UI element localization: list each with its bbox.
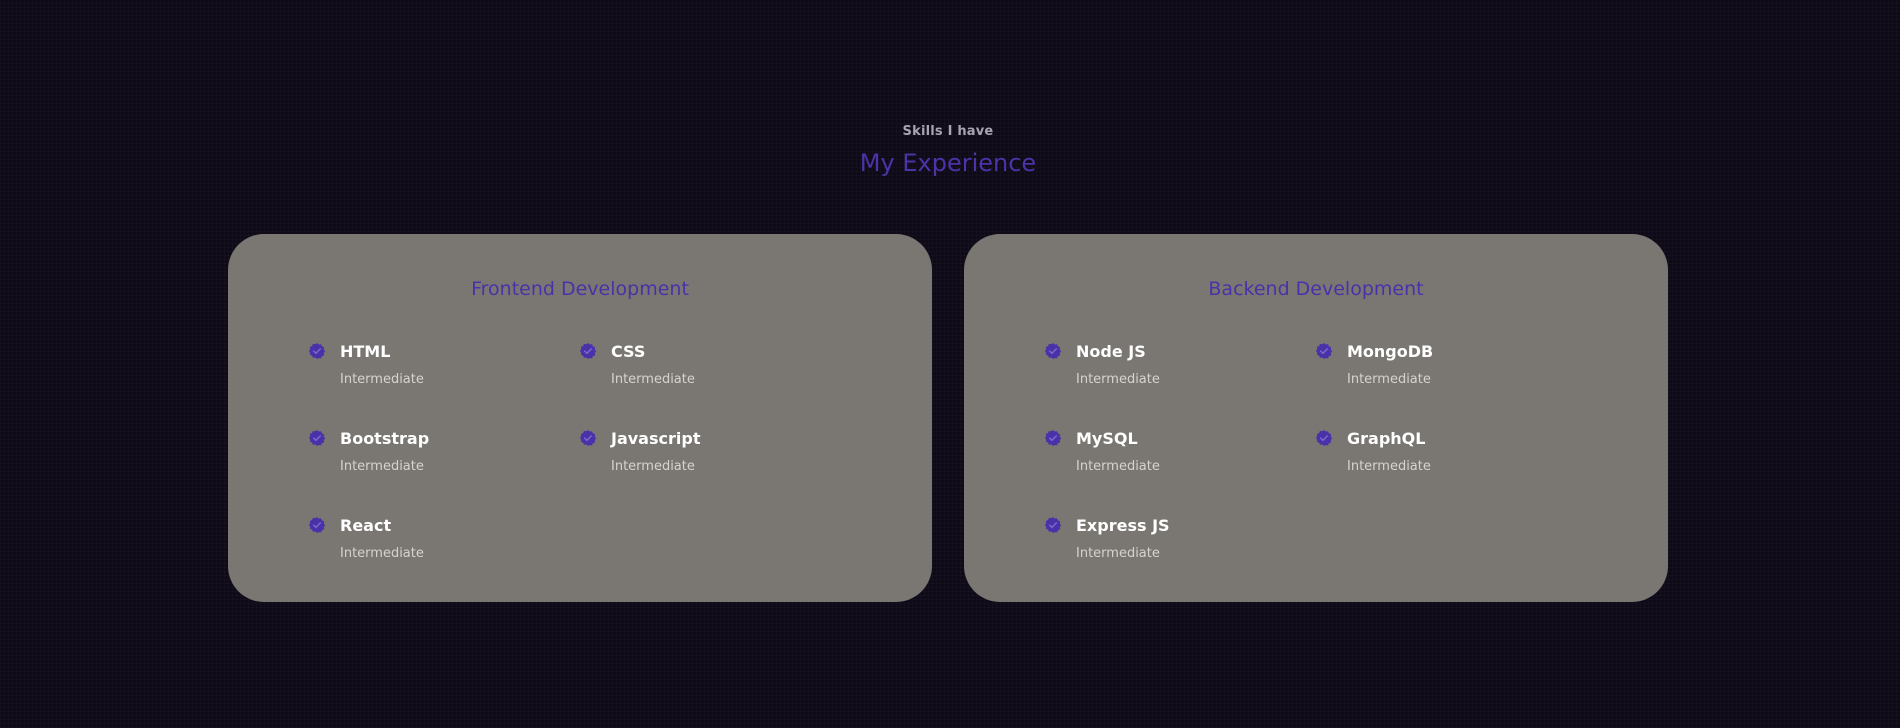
skill-item-react: React Intermediate xyxy=(308,510,558,570)
verified-badge-icon xyxy=(308,430,326,446)
verified-badge-icon xyxy=(1315,430,1333,446)
skill-level: Intermediate xyxy=(340,459,424,474)
skill-item-mysql: MySQL Intermediate xyxy=(1044,423,1294,483)
skill-item-nodejs: Node JS Intermediate xyxy=(1044,336,1294,396)
skill-name: MongoDB xyxy=(1347,342,1434,361)
skill-item-css: CSS Intermediate xyxy=(579,336,829,396)
skill-level: Intermediate xyxy=(340,372,424,387)
skill-item-graphql: GraphQL Intermediate xyxy=(1315,423,1565,483)
section-subtitle: Skills I have xyxy=(902,124,994,139)
skill-item-html: HTML Intermediate xyxy=(308,336,558,396)
verified-badge-icon xyxy=(579,343,597,359)
verified-badge-icon xyxy=(1315,343,1333,359)
skill-level: Intermediate xyxy=(611,459,695,474)
experience-section: Skills I have My Experience Frontend Dev… xyxy=(0,0,1900,728)
card-title-backend: Backend Development xyxy=(1208,278,1424,300)
card-title-frontend: Frontend Development xyxy=(471,278,689,300)
skill-level: Intermediate xyxy=(611,372,695,387)
skill-name: React xyxy=(340,516,392,535)
verified-badge-icon xyxy=(308,517,326,533)
skill-level: Intermediate xyxy=(1076,372,1160,387)
verified-badge-icon xyxy=(1044,343,1062,359)
skill-name: Express JS xyxy=(1076,516,1170,535)
skill-level: Intermediate xyxy=(1347,459,1431,474)
verified-badge-icon xyxy=(308,343,326,359)
skill-item-expressjs: Express JS Intermediate xyxy=(1044,510,1294,570)
skill-level: Intermediate xyxy=(1076,459,1160,474)
skill-item-bootstrap: Bootstrap Intermediate xyxy=(308,423,558,483)
verified-badge-icon xyxy=(1044,430,1062,446)
skill-name: CSS xyxy=(611,342,646,361)
verified-badge-icon xyxy=(1044,517,1062,533)
backend-card: Backend Development Node JS Intermediate… xyxy=(964,234,1668,602)
section-title: My Experience xyxy=(859,149,1037,177)
skill-level: Intermediate xyxy=(1076,546,1160,561)
skill-name: Javascript xyxy=(611,429,701,448)
skill-name: GraphQL xyxy=(1347,429,1426,448)
skill-level: Intermediate xyxy=(340,546,424,561)
skill-name: Node JS xyxy=(1076,342,1146,361)
skill-item-javascript: Javascript Intermediate xyxy=(579,423,829,483)
skill-name: MySQL xyxy=(1076,429,1138,448)
skill-name: HTML xyxy=(340,342,391,361)
skill-name: Bootstrap xyxy=(340,429,430,448)
frontend-card: Frontend Development HTML Intermediate C… xyxy=(228,234,932,602)
verified-badge-icon xyxy=(579,430,597,446)
skill-item-mongodb: MongoDB Intermediate xyxy=(1315,336,1565,396)
skill-level: Intermediate xyxy=(1347,372,1431,387)
